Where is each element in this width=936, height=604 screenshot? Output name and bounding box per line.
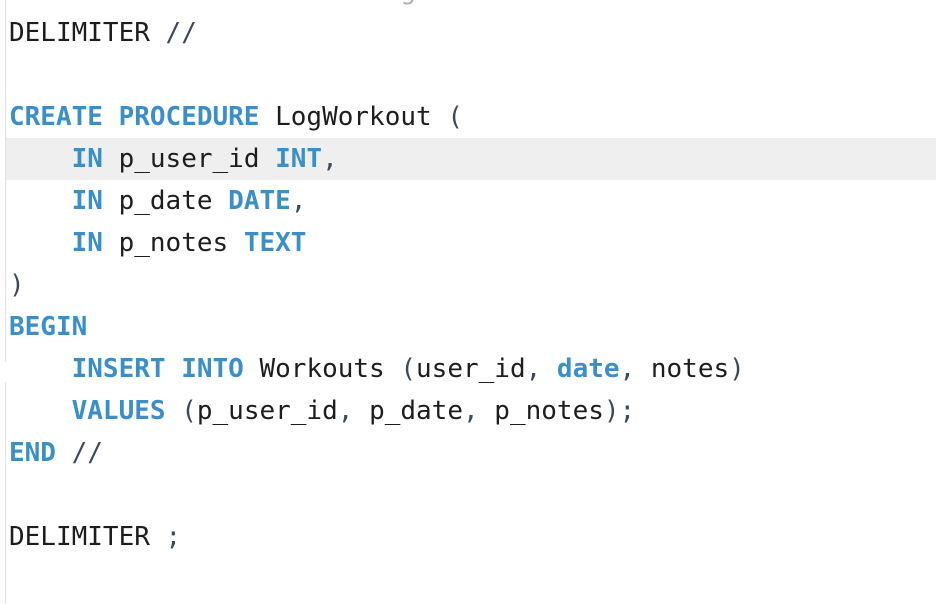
gutter-gap — [3, 362, 8, 382]
keyword-token: date — [556, 354, 620, 384]
keyword-token: CREATE — [9, 102, 103, 132]
partial-top-line: -- Stored Procedure to Log a Workout — [9, 0, 573, 12]
keyword-token: END — [9, 438, 56, 468]
punctuation-token: ) — [9, 270, 25, 300]
code-token: p_user_id — [196, 396, 338, 426]
gutter-divider — [5, 0, 6, 604]
keyword-token: INTO — [181, 354, 244, 384]
punctuation-token: ( — [400, 354, 417, 384]
punctuation-token: , — [290, 186, 307, 216]
code-line-3[interactable]: CREATE PROCEDURE LogWorkout ( — [9, 96, 463, 138]
punctuation-token: ); — [603, 396, 636, 426]
keyword-token: INSERT — [71, 354, 166, 384]
code-line-4[interactable]: IN p_user_id INT, — [9, 138, 338, 180]
keyword-token: DATE — [228, 186, 291, 216]
code-line-1[interactable]: DELIMITER // — [9, 12, 197, 54]
punctuation-token: ) — [729, 354, 745, 384]
punctuation-token: ( — [181, 396, 197, 426]
code-token: notes — [650, 354, 730, 384]
code-editor[interactable]: -- Stored Procedure to Log a Workout DEL… — [0, 0, 936, 604]
code-token: DELIMITER — [9, 522, 150, 552]
code-line-5[interactable]: IN p_date DATE, — [9, 180, 307, 222]
keyword-token: BEGIN — [9, 312, 88, 342]
code-token: p_user_id — [102, 144, 276, 174]
code-token: LogWorkout — [259, 102, 448, 132]
code-token: p_date — [102, 186, 229, 216]
code-line-7[interactable]: ) — [9, 264, 25, 306]
code-line-6[interactable]: IN p_notes TEXT — [9, 222, 307, 264]
keyword-token: IN — [71, 144, 103, 174]
punctuation-token: , — [619, 354, 651, 384]
code-token: p_date — [369, 396, 463, 426]
keyword-token: TEXT — [243, 228, 307, 258]
code-token: DELIMITER — [9, 18, 150, 48]
keyword-token: IN — [71, 186, 103, 216]
code-line-13[interactable]: DELIMITER ; — [9, 516, 181, 558]
punctuation-token: , — [337, 396, 370, 426]
punctuation-token: ( — [447, 102, 463, 132]
keyword-token: PROCEDURE — [118, 102, 260, 132]
code-line-8[interactable]: BEGIN — [9, 306, 87, 348]
code-line-11[interactable]: END // — [9, 432, 103, 474]
code-token: p_notes — [494, 396, 604, 426]
code-token: user_id — [416, 354, 526, 384]
keyword-token: VALUES — [71, 396, 166, 426]
punctuation-token: , — [525, 354, 557, 384]
code-token: // — [149, 18, 197, 48]
punctuation-token: , — [322, 144, 338, 174]
code-line-10[interactable]: VALUES (p_user_id, p_date, p_notes); — [9, 390, 636, 432]
keyword-token: INT — [275, 144, 323, 174]
keyword-token: IN — [71, 228, 103, 258]
code-line-9[interactable]: INSERT INTO Workouts (user_id, date, not… — [9, 348, 745, 390]
punctuation-token: , — [462, 396, 495, 426]
code-token: Workouts — [243, 354, 401, 384]
code-token: p_notes — [102, 228, 244, 258]
code-token: // — [55, 438, 103, 468]
code-token: ; — [149, 522, 182, 552]
